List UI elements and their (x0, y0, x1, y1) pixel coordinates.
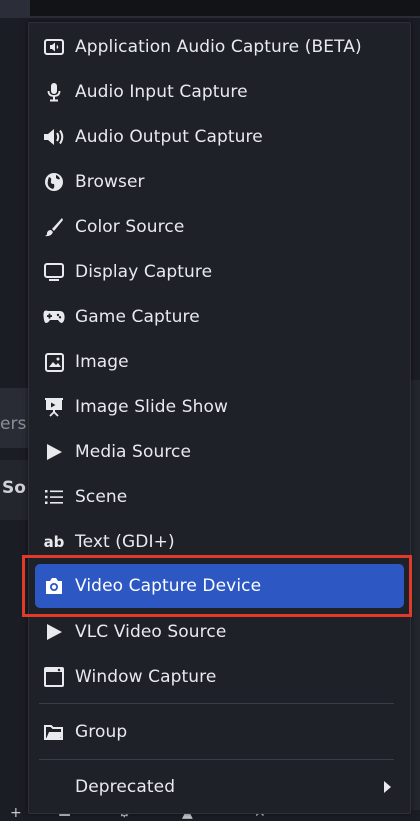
list-icon (43, 486, 65, 508)
menu-item-deprecated[interactable]: Deprecated (35, 767, 404, 807)
menu-item-label: Application Audio Capture (BETA) (75, 37, 362, 57)
submenu-arrow-icon (383, 779, 392, 798)
menu-item-browser[interactable]: Browser (35, 162, 404, 202)
menu-item-group[interactable]: Group (35, 712, 404, 752)
menu-item-scene[interactable]: Scene (35, 477, 404, 517)
menu-item-label: Group (75, 722, 128, 742)
play-icon (43, 441, 65, 463)
menu-item-label: Image (75, 352, 129, 372)
microphone-icon (43, 81, 65, 103)
menu-item-vlc-video-source[interactable]: VLC Video Source (35, 612, 404, 652)
background-sources-header: So (2, 478, 26, 498)
app-audio-icon (43, 36, 65, 58)
menu-item-media-source[interactable]: Media Source (35, 432, 404, 472)
menu-separator (39, 703, 394, 704)
menu-item-label: Audio Input Capture (75, 82, 248, 102)
menu-item-label: Audio Output Capture (75, 127, 263, 147)
menu-item-label: Scene (75, 487, 128, 507)
menu-separator (39, 759, 394, 760)
menu-item-label: Browser (75, 172, 145, 192)
menu-item-label: Image Slide Show (75, 397, 229, 417)
gamepad-icon (43, 306, 65, 328)
add-source-icon[interactable]: + (10, 806, 22, 820)
menu-item-image[interactable]: Image (35, 342, 404, 382)
add-source-menu: Application Audio Capture (BETA) Audio I… (28, 22, 411, 814)
paintbrush-icon (43, 216, 65, 238)
menu-item-color-source[interactable]: Color Source (35, 207, 404, 247)
vlc-play-icon (43, 621, 65, 643)
text-ab-icon: ab (43, 533, 65, 551)
menu-item-display-capture[interactable]: Display Capture (35, 252, 404, 292)
menu-item-audio-input-capture[interactable]: Audio Input Capture (35, 72, 404, 112)
menu-item-label: Color Source (75, 217, 185, 237)
speaker-icon (43, 126, 65, 148)
menu-item-label: Window Capture (75, 667, 217, 687)
background-text-fragment: ers (0, 414, 27, 434)
menu-item-label: Game Capture (75, 307, 200, 327)
folder-icon (43, 721, 65, 743)
menu-item-label: Media Source (75, 442, 192, 462)
menu-item-label: VLC Video Source (75, 622, 227, 642)
menu-item-image-slide-show[interactable]: Image Slide Show (35, 387, 404, 427)
slideshow-icon (43, 396, 65, 418)
globe-icon (43, 171, 65, 193)
menu-item-label: Deprecated (75, 777, 176, 797)
background-preview (30, 0, 420, 16)
menu-item-audio-output-capture[interactable]: Audio Output Capture (35, 117, 404, 157)
menu-item-game-capture[interactable]: Game Capture (35, 297, 404, 337)
empty-icon-slot (43, 776, 65, 798)
image-icon (43, 351, 65, 373)
menu-item-application-audio-capture[interactable]: Application Audio Capture (BETA) (35, 27, 404, 67)
highlight-annotation-box (22, 555, 412, 617)
menu-item-label: Text (GDI+) (75, 532, 175, 552)
menu-item-window-capture[interactable]: Window Capture (35, 657, 404, 697)
monitor-icon (43, 261, 65, 283)
menu-item-label: Display Capture (75, 262, 213, 282)
window-icon (43, 666, 65, 688)
